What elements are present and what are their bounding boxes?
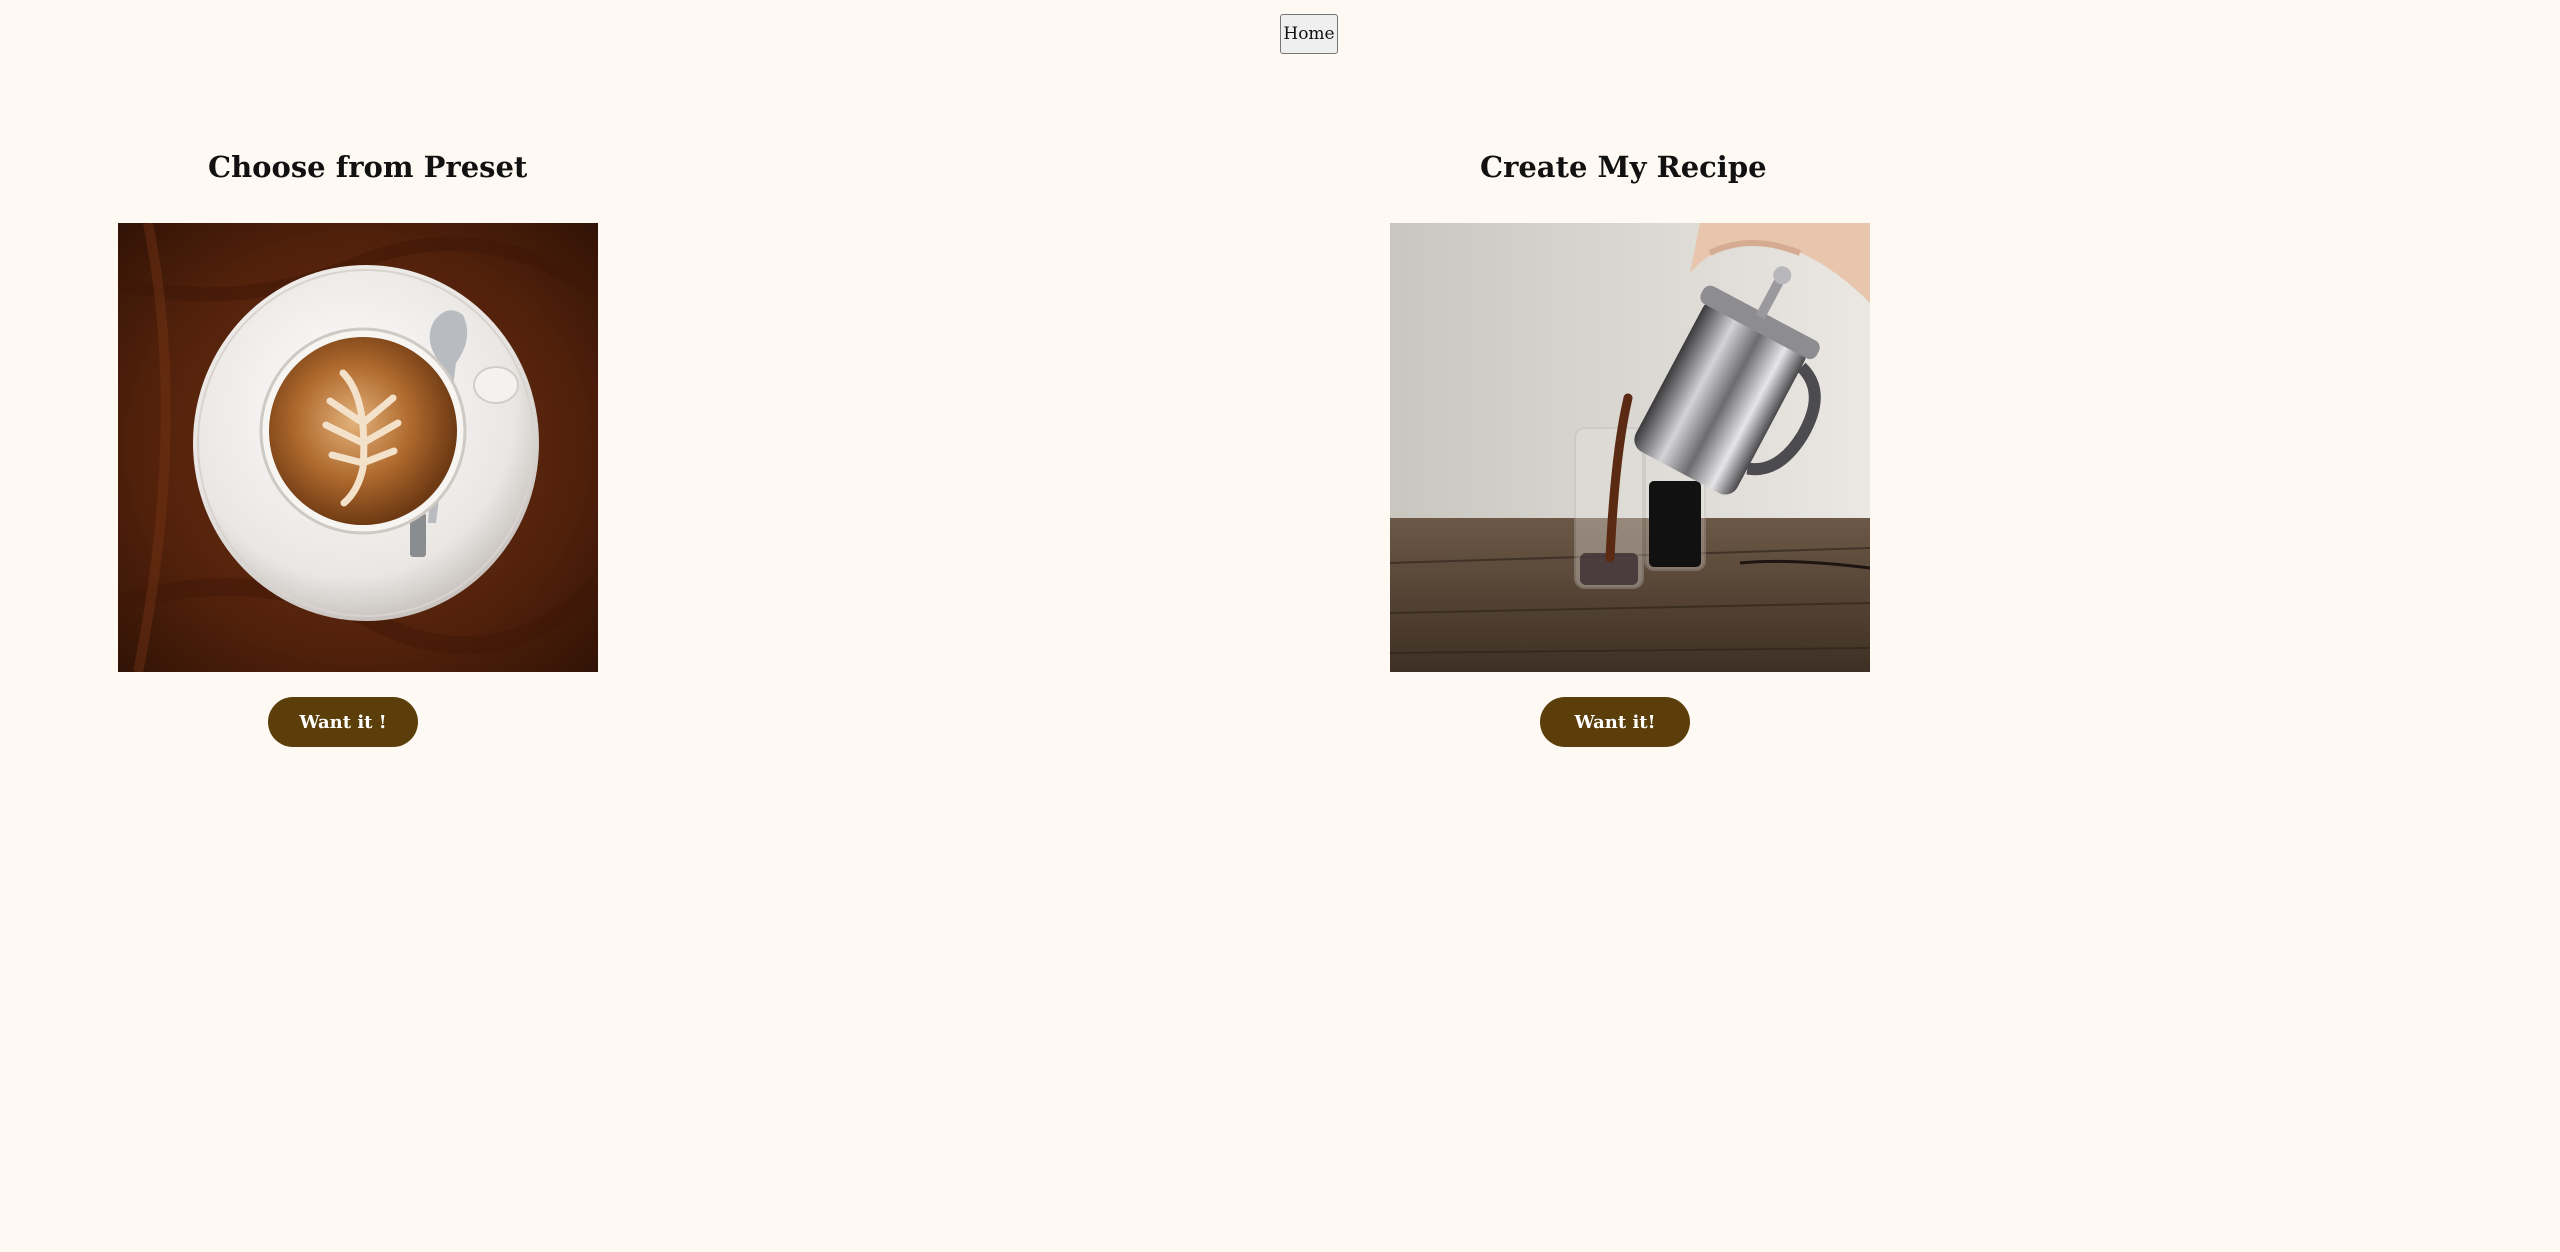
- want-recipe-button[interactable]: Want it!: [1540, 697, 1690, 747]
- latte-photo: [118, 223, 598, 672]
- recipe-title: Create My Recipe: [1480, 150, 1767, 184]
- want-preset-button[interactable]: Want it !: [268, 697, 418, 747]
- home-button[interactable]: Home: [1280, 14, 1338, 54]
- preset-title: Choose from Preset: [208, 150, 528, 184]
- french-press-photo: [1390, 223, 1870, 672]
